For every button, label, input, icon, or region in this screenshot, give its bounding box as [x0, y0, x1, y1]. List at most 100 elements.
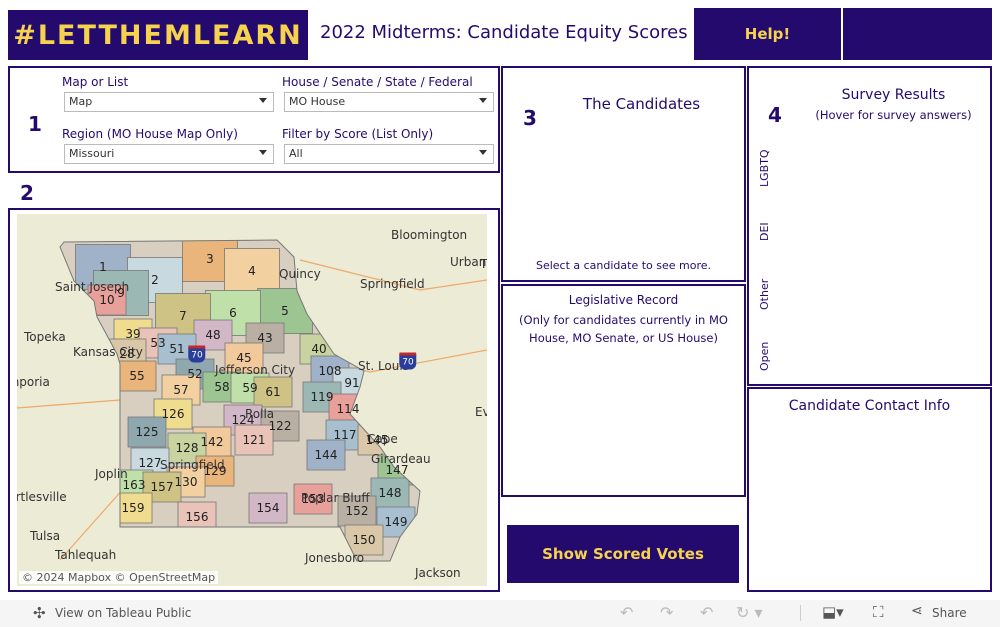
district-label[interactable]: 117 [334, 428, 357, 442]
district-label[interactable]: 58 [214, 380, 229, 394]
help-button[interactable]: Help! [694, 8, 841, 60]
interstate-shield-icon: 70 [399, 352, 417, 370]
contact-title: Candidate Contact Info [788, 398, 951, 414]
interstate-shield-icon: 70 [188, 345, 206, 363]
view-on-tableau-link[interactable]: View on Tableau Public [55, 606, 191, 620]
district-label[interactable]: 9 [117, 286, 125, 300]
city-label: Jackson [415, 566, 461, 580]
revert-icon[interactable]: ↶ [700, 603, 713, 622]
filters-panel: 1 Map or List Map House / Senate / State… [8, 66, 500, 173]
city-label: Bartlesville [17, 490, 67, 504]
district-label[interactable]: 125 [136, 425, 159, 439]
district-map[interactable]: © 2024 Mapbox © OpenStreetMap Bloomingto… [17, 214, 487, 586]
chamber-label: House / Senate / State / Federal [282, 75, 473, 89]
survey-category-lgbtq: LGBTQ [758, 149, 771, 187]
record-title: Legislative Record [568, 293, 679, 307]
district-label[interactable]: 53 [150, 336, 165, 350]
contact-panel: Candidate Contact Info [747, 387, 992, 592]
refresh-icon[interactable]: ↻ ▾ [736, 603, 763, 622]
district-label[interactable]: 147 [386, 463, 409, 477]
district-label[interactable]: 119 [311, 390, 334, 404]
candidates-title: The Candidates [582, 95, 701, 113]
district-label[interactable]: 52 [187, 367, 202, 381]
district-label[interactable]: 7 [179, 309, 187, 323]
candidates-panel: 3 The Candidates Select a candidate to s… [501, 66, 746, 282]
redo-icon[interactable]: ↷ [660, 603, 673, 622]
district-label[interactable]: 148 [379, 486, 402, 500]
district-label[interactable]: 28 [119, 347, 134, 361]
fullscreen-icon[interactable]: ⛶ [873, 603, 884, 621]
share-icon[interactable]: ⋖ [911, 603, 923, 619]
legislative-record-panel: Legislative Record (Only for candidates … [501, 284, 746, 497]
district-label[interactable]: 142 [201, 435, 224, 449]
survey-panel: 4 Survey Results (Hover for survey answe… [747, 66, 992, 386]
district-label[interactable]: 57 [173, 383, 188, 397]
district-label[interactable]: 43 [257, 331, 272, 345]
divider [800, 605, 801, 621]
district-label[interactable]: 129 [204, 464, 227, 478]
download-icon[interactable]: ⬓▾ [822, 603, 844, 621]
district-label[interactable]: 5 [281, 304, 289, 318]
district-label[interactable]: 61 [265, 385, 280, 399]
map-or-list-label: Map or List [62, 75, 129, 89]
district-label[interactable]: 45 [236, 351, 251, 365]
region-select[interactable]: Missouri [64, 144, 274, 164]
chamber-select[interactable]: MO House [284, 92, 494, 112]
district-label[interactable]: 48 [205, 328, 220, 342]
district-label[interactable]: 163 [123, 478, 146, 492]
district-label[interactable]: 126 [162, 407, 185, 421]
district-label[interactable]: 122 [269, 419, 292, 433]
district-label[interactable]: 144 [315, 448, 338, 462]
chevron-down-icon [259, 98, 267, 103]
chevron-down-icon [259, 150, 267, 155]
district-label[interactable]: 149 [385, 515, 408, 529]
district-label[interactable]: 3 [206, 252, 214, 266]
city-label: Tahlequah [55, 548, 117, 562]
district-label[interactable]: 157 [151, 480, 174, 494]
district-label[interactable]: 150 [353, 533, 376, 547]
district-label[interactable]: 51 [169, 342, 184, 356]
district-label[interactable]: 1 [99, 260, 107, 274]
district-label[interactable]: 153 [302, 492, 325, 506]
record-subtitle: (Only for candidates currently in MO Hou… [519, 313, 728, 345]
step-number: 2 [20, 181, 34, 205]
district-label[interactable]: 108 [319, 364, 342, 378]
district-label[interactable]: 159 [122, 501, 145, 515]
district-label[interactable]: 152 [346, 504, 369, 518]
region-label: Region (MO House Map Only) [62, 127, 238, 141]
district-label[interactable]: 124 [232, 413, 255, 427]
district-label[interactable]: 40 [311, 342, 326, 356]
district-label[interactable]: 39 [125, 327, 140, 341]
select-value: All [289, 147, 303, 160]
survey-title: Survey Results [841, 87, 946, 103]
district-label[interactable]: 121 [243, 433, 266, 447]
district-label[interactable]: 130 [175, 475, 198, 489]
district-label[interactable]: 145 [366, 433, 389, 447]
survey-category-dei: DEI [758, 222, 771, 241]
share-button[interactable]: Share [932, 606, 967, 620]
district-label[interactable]: 2 [151, 273, 159, 287]
district-label[interactable]: 59 [242, 381, 257, 395]
district-label[interactable]: 128 [176, 441, 199, 455]
district-label[interactable]: 55 [129, 369, 144, 383]
chevron-down-icon [479, 150, 487, 155]
logo: #LETTHEMLEARN [8, 10, 308, 60]
select-value: Map [69, 95, 93, 108]
undo-icon[interactable]: ↶ [620, 603, 633, 622]
survey-category-open: Open [758, 341, 771, 371]
district-label[interactable]: 10 [99, 293, 114, 307]
candidates-hint: Select a candidate to see more. [535, 259, 712, 272]
district-label[interactable]: 6 [229, 306, 237, 320]
district-label[interactable]: 91 [344, 376, 359, 390]
district-label[interactable]: 114 [337, 402, 360, 416]
show-scored-votes-button[interactable]: Show Scored Votes [507, 525, 739, 583]
district-label[interactable]: 154 [257, 501, 280, 515]
select-value: Missouri [69, 147, 115, 160]
district-label[interactable]: 156 [186, 510, 209, 524]
district-label[interactable]: 127 [139, 456, 162, 470]
map-or-list-select[interactable]: Map [64, 92, 274, 112]
score-filter-select[interactable]: All [284, 144, 494, 164]
city-label: Emporia [17, 375, 50, 389]
city-label: Ev [475, 405, 487, 419]
district-label[interactable]: 4 [248, 264, 256, 278]
